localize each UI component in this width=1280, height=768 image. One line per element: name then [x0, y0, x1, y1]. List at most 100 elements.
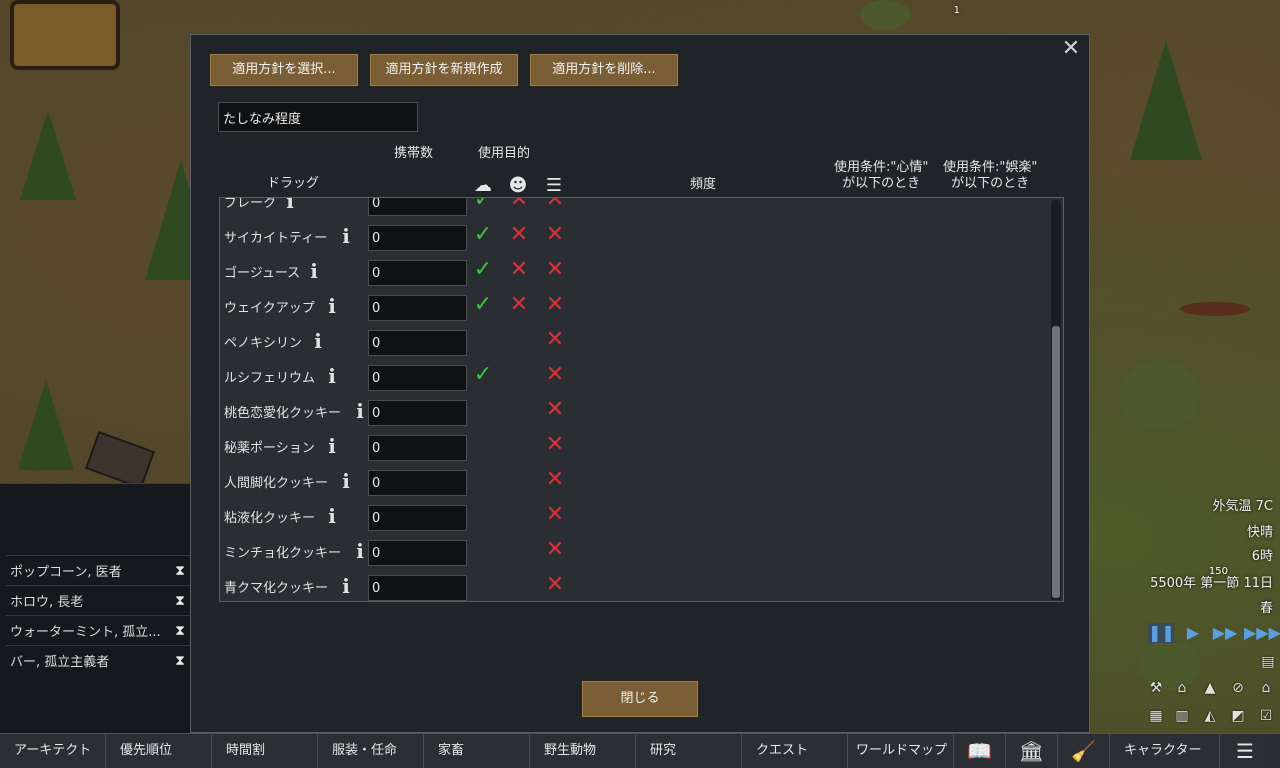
fast-speed-button[interactable]: ▶▶	[1212, 623, 1238, 643]
colonist-row[interactable]: バー, 孤立主義者 ⧗	[6, 645, 190, 675]
joy-toggle-cross-icon[interactable]: ✕	[508, 258, 530, 282]
drug-name: 秘薬ポーション	[224, 441, 315, 456]
drug-name: 人間脚化クッキー	[224, 476, 329, 491]
sort-icon[interactable]: ◩	[1228, 706, 1248, 726]
log-icon[interactable]: ▤	[1258, 652, 1278, 672]
info-icon[interactable]: i	[354, 400, 366, 422]
colonist-row[interactable]: ホロウ, 長老 ⧗	[6, 585, 190, 615]
joy-toggle-cross-icon[interactable]: ✕	[508, 223, 530, 247]
schedule-toggle-cross-icon[interactable]: ✕	[544, 468, 566, 492]
addiction-toggle-check-icon[interactable]: ✓	[472, 198, 494, 212]
carry-quantity-input[interactable]	[368, 470, 467, 496]
info-icon[interactable]: i	[308, 260, 320, 282]
drug-row: 秘薬ポーション i ✕	[220, 429, 1048, 464]
carry-quantity-input[interactable]	[368, 540, 467, 566]
carry-quantity-input[interactable]	[368, 435, 467, 461]
schedule-toggle-cross-icon[interactable]: ✕	[544, 503, 566, 527]
close-button[interactable]: 閉じる	[581, 680, 699, 718]
tab-world-map[interactable]: ワールドマップ	[848, 734, 954, 768]
carry-quantity-input[interactable]	[368, 400, 467, 426]
joy-toggle-cross-icon[interactable]: ✕	[508, 198, 530, 212]
schedule-toggle-cross-icon[interactable]: ✕	[544, 258, 566, 282]
main-tab-bar: アーキテクト 優先順位 時間割 服装・任命 家畜 野生動物 研究 クエスト ワー…	[0, 733, 1280, 768]
block-icon[interactable]: ⊘	[1228, 678, 1248, 698]
info-icon[interactable]: i	[326, 295, 338, 317]
info-icon[interactable]: i	[340, 225, 352, 247]
drug-name: ウェイクアップ	[224, 301, 315, 316]
table-scrollbar[interactable]	[1051, 200, 1061, 600]
carry-quantity-input[interactable]	[368, 260, 467, 286]
carry-quantity-input[interactable]	[368, 225, 467, 251]
schedule-toggle-cross-icon[interactable]: ✕	[544, 198, 566, 212]
tab-architect[interactable]: アーキテクト	[0, 734, 106, 768]
addiction-toggle-check-icon[interactable]: ✓	[472, 258, 494, 282]
carry-quantity-input[interactable]	[368, 295, 467, 321]
drug-row: ブレーク i ✓ ✕ ✕	[220, 198, 1048, 219]
colonist-label: ウォーターミント, 孤立...	[10, 625, 161, 640]
schedule-toggle-cross-icon[interactable]: ✕	[544, 573, 566, 597]
home-icon[interactable]: ⌂	[1172, 678, 1192, 698]
info-icon[interactable]: i	[284, 198, 296, 212]
schedule-toggle-cross-icon[interactable]: ✕	[544, 538, 566, 562]
info-icon[interactable]: i	[340, 575, 352, 597]
tab-wildlife[interactable]: 野生動物	[530, 734, 636, 768]
superfast-speed-button[interactable]: ▶▶▶	[1244, 623, 1280, 643]
schedule-toggle-cross-icon[interactable]: ✕	[544, 328, 566, 352]
carry-quantity-input[interactable]	[368, 575, 467, 601]
grid-icon[interactable]: ▦	[1146, 706, 1166, 726]
beauty-icon[interactable]: ◭	[1200, 706, 1220, 726]
new-policy-button[interactable]: 適用方針を新規作成	[369, 53, 519, 87]
tab-assign[interactable]: 服装・任命	[318, 734, 424, 768]
info-icon[interactable]: i	[326, 505, 338, 527]
checklist-icon[interactable]: ☑	[1256, 706, 1276, 726]
delete-policy-button[interactable]: 適用方針を削除...	[529, 53, 679, 87]
tab-characters[interactable]: キャラクター	[1110, 734, 1220, 768]
carry-quantity-input[interactable]	[368, 198, 467, 216]
schedule-toggle-cross-icon[interactable]: ✕	[544, 223, 566, 247]
menu-icon[interactable]: ☰	[1220, 734, 1270, 768]
info-icon[interactable]: i	[312, 330, 324, 352]
pause-button[interactable]: ❚❚	[1148, 623, 1175, 643]
addiction-toggle-check-icon[interactable]: ✓	[472, 223, 494, 247]
addiction-toggle-check-icon[interactable]: ✓	[472, 293, 494, 317]
book-icon[interactable]: 📖	[954, 734, 1006, 768]
rat-sprite	[1180, 302, 1250, 316]
stats-icon[interactable]: ▥	[1172, 706, 1192, 726]
info-icon[interactable]: i	[326, 365, 338, 387]
carry-quantity-input[interactable]	[368, 505, 467, 531]
policy-name-input[interactable]	[218, 102, 418, 132]
house-toggle-icon[interactable]: ⌂	[1256, 678, 1276, 698]
close-icon[interactable]: ✕	[1059, 37, 1083, 61]
zone-icon[interactable]: ⚒	[1146, 678, 1166, 698]
roof-icon[interactable]: ▲	[1200, 678, 1220, 698]
info-icon[interactable]: i	[354, 540, 366, 562]
select-policy-button[interactable]: 適用方針を選択...	[209, 53, 359, 87]
schedule-toggle-cross-icon[interactable]: ✕	[544, 398, 566, 422]
colonist-row[interactable]: ウォーターミント, 孤立... ⧗	[6, 615, 190, 645]
tab-schedule[interactable]: 時間割	[212, 734, 318, 768]
drug-column-header: ドラッグ	[267, 176, 320, 191]
normal-speed-button[interactable]: ▶	[1180, 623, 1206, 643]
broom-icon[interactable]: 🧹	[1058, 734, 1110, 768]
joy-condition-header: 使用条件:"娯楽" が以下のとき	[943, 160, 1037, 192]
tab-priority[interactable]: 優先順位	[106, 734, 212, 768]
joy-toggle-cross-icon[interactable]: ✕	[508, 293, 530, 317]
carry-quantity-input[interactable]	[368, 330, 467, 356]
carry-quantity-input[interactable]	[368, 365, 467, 391]
tab-animals[interactable]: 家畜	[424, 734, 530, 768]
colonist-label: ポップコーン, 医者	[10, 565, 122, 580]
addiction-toggle-check-icon[interactable]: ✓	[472, 363, 494, 387]
colonist-row[interactable]: ポップコーン, 医者 ⧗	[6, 555, 190, 585]
tab-quests[interactable]: クエスト	[742, 734, 848, 768]
schedule-toggle-cross-icon[interactable]: ✕	[544, 433, 566, 457]
frequency-column-header: 頻度	[690, 177, 717, 192]
scrollbar-thumb[interactable]	[1052, 326, 1060, 598]
factions-icon[interactable]: 🏛	[1006, 734, 1058, 768]
tab-research[interactable]: 研究	[636, 734, 742, 768]
info-icon[interactable]: i	[326, 435, 338, 457]
schedule-toggle-cross-icon[interactable]: ✕	[544, 293, 566, 317]
schedule-toggle-cross-icon[interactable]: ✕	[544, 363, 566, 387]
drug-row: ルシフェリウム i ✓ ✕	[220, 359, 1048, 394]
drug-name: 桃色恋愛化クッキー	[224, 406, 342, 421]
info-icon[interactable]: i	[340, 470, 352, 492]
